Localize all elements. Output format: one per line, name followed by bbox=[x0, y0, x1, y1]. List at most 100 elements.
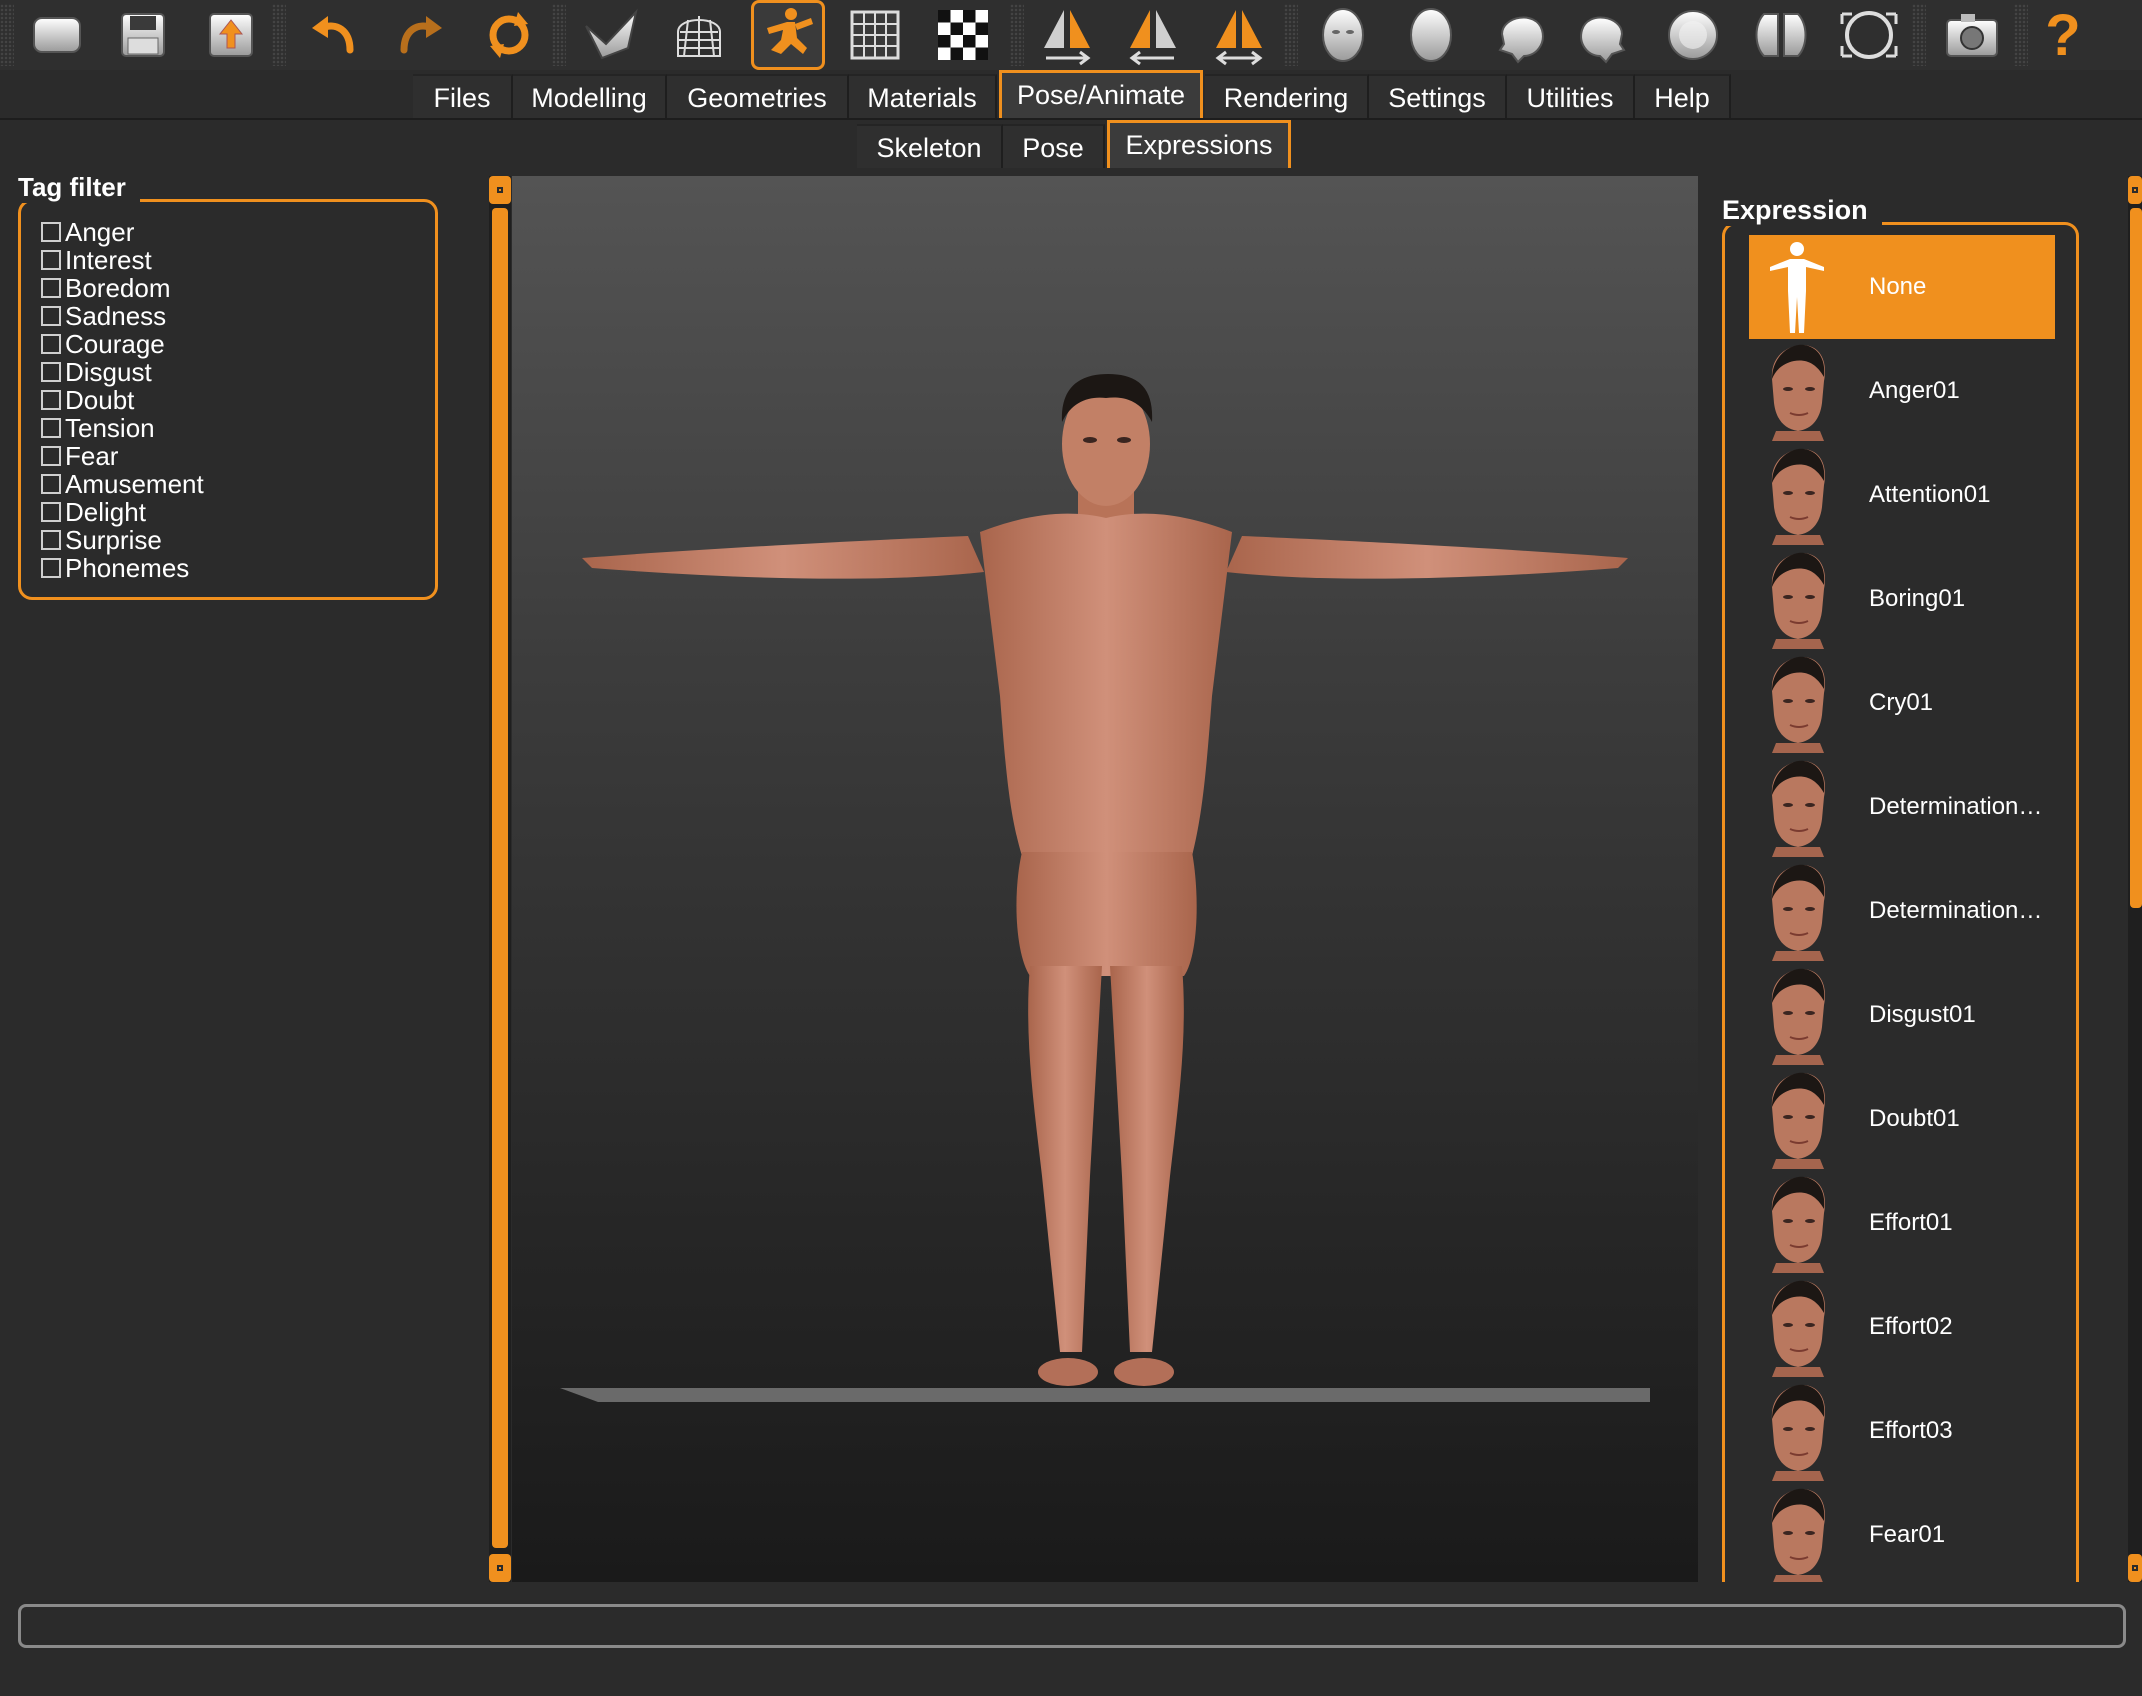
export-button[interactable] bbox=[194, 0, 268, 70]
save-scene-button[interactable] bbox=[20, 0, 94, 70]
tag-filter-tension[interactable]: Tension bbox=[41, 413, 155, 443]
tab-pose-animate[interactable]: Pose/Animate bbox=[999, 70, 1203, 118]
tag-filter-delight[interactable]: Delight bbox=[41, 497, 146, 527]
tab-pose[interactable]: Pose bbox=[1003, 124, 1105, 168]
back-view-button[interactable] bbox=[1394, 0, 1468, 70]
tag-filter-anger[interactable]: Anger bbox=[41, 217, 134, 247]
symmetry-left-button[interactable] bbox=[1116, 0, 1190, 70]
expression-item[interactable]: Fear01 bbox=[1749, 1483, 2055, 1582]
checkbox[interactable] bbox=[41, 418, 61, 438]
tag-filter-disgust[interactable]: Disgust bbox=[41, 357, 152, 387]
undo-icon bbox=[312, 16, 354, 54]
status-bar bbox=[18, 1604, 2126, 1648]
tag-filter-doubt[interactable]: Doubt bbox=[41, 385, 134, 415]
expression-item[interactable]: Effort02 bbox=[1749, 1275, 2055, 1379]
expression-item[interactable]: None bbox=[1749, 235, 2055, 339]
scroll-thumb[interactable] bbox=[2130, 208, 2142, 908]
checkbox[interactable] bbox=[41, 250, 61, 270]
pose-button[interactable] bbox=[751, 0, 825, 70]
tag-filter-boredom[interactable]: Boredom bbox=[41, 273, 171, 303]
symmetry-both-button[interactable] bbox=[1202, 0, 1276, 70]
checkbox[interactable] bbox=[41, 502, 61, 522]
scroll-down-button[interactable] bbox=[2128, 1554, 2142, 1582]
tab-files[interactable]: Files bbox=[413, 74, 513, 118]
checkbox[interactable] bbox=[41, 558, 61, 578]
screenshot-button[interactable] bbox=[1935, 0, 2009, 70]
tab-geometries[interactable]: Geometries bbox=[667, 74, 849, 118]
reset-button[interactable] bbox=[472, 0, 546, 70]
grid-button[interactable] bbox=[838, 0, 912, 70]
symmetry-right-button[interactable] bbox=[1030, 0, 1104, 70]
scroll-up-button[interactable] bbox=[2128, 176, 2142, 204]
right-view-button[interactable] bbox=[1568, 0, 1642, 70]
tab-skeleton[interactable]: Skeleton bbox=[857, 124, 1003, 168]
left-view-button[interactable] bbox=[1482, 0, 1556, 70]
tab-expressions[interactable]: Expressions bbox=[1107, 120, 1291, 168]
smooth-button[interactable] bbox=[574, 0, 648, 70]
toolbar-separator bbox=[1010, 4, 1024, 66]
3d-viewport[interactable] bbox=[512, 176, 1698, 1582]
tab-modelling[interactable]: Modelling bbox=[513, 74, 667, 118]
expression-item[interactable]: Disgust01 bbox=[1749, 963, 2055, 1067]
checkbox[interactable] bbox=[41, 474, 61, 494]
face-thumbnail bbox=[1749, 1171, 1845, 1275]
expression-label: Effort01 bbox=[1869, 1209, 1953, 1236]
save-button[interactable] bbox=[106, 0, 180, 70]
checkbox[interactable] bbox=[41, 530, 61, 550]
screenshot-icon bbox=[1946, 14, 1998, 57]
reset-camera-button[interactable] bbox=[1832, 0, 1906, 70]
tag-label: Sadness bbox=[65, 300, 167, 331]
expression-item[interactable]: Doubt01 bbox=[1749, 1067, 2055, 1171]
tag-label: Courage bbox=[65, 328, 165, 359]
front-view-button[interactable] bbox=[1306, 0, 1380, 70]
expression-item[interactable]: Effort03 bbox=[1749, 1379, 2055, 1483]
right-scrollbar[interactable] bbox=[2128, 176, 2142, 1582]
top-view-icon bbox=[1668, 10, 1718, 60]
tab-help[interactable]: Help bbox=[1635, 74, 1731, 118]
redo-button[interactable] bbox=[384, 0, 458, 70]
expression-item[interactable]: Boring01 bbox=[1749, 547, 2055, 651]
tag-label: Phonemes bbox=[65, 552, 190, 583]
checkbox[interactable] bbox=[41, 446, 61, 466]
checkbox[interactable] bbox=[41, 390, 61, 410]
human-model[interactable] bbox=[512, 176, 1698, 1582]
tag-filter-surprise[interactable]: Surprise bbox=[41, 525, 162, 555]
checkbox[interactable] bbox=[41, 222, 61, 242]
top-view-button[interactable] bbox=[1656, 0, 1730, 70]
tag-filter-phonemes[interactable]: Phonemes bbox=[41, 552, 190, 583]
right-foot bbox=[1114, 1358, 1174, 1386]
expression-item[interactable]: Anger01 bbox=[1749, 339, 2055, 443]
tag-filter-amusement[interactable]: Amusement bbox=[41, 469, 204, 499]
tab-settings[interactable]: Settings bbox=[1369, 74, 1507, 118]
expression-item[interactable]: Effort01 bbox=[1749, 1171, 2055, 1275]
left-scrollbar[interactable] bbox=[489, 176, 511, 1582]
tab-rendering[interactable]: Rendering bbox=[1205, 74, 1369, 118]
scroll-thumb[interactable] bbox=[492, 208, 508, 1548]
expression-label: Determination… bbox=[1869, 793, 2043, 820]
expression-item[interactable]: Cry01 bbox=[1749, 651, 2055, 755]
expression-item[interactable]: Determination… bbox=[1749, 755, 2055, 859]
scroll-up-button[interactable] bbox=[489, 176, 511, 204]
wireframe-button[interactable] bbox=[662, 0, 736, 70]
tab-materials[interactable]: Materials bbox=[849, 74, 997, 118]
expression-label: Anger01 bbox=[1869, 377, 1960, 404]
help-button[interactable]: ? bbox=[2026, 0, 2100, 70]
checkbox[interactable] bbox=[41, 278, 61, 298]
tab-utilities[interactable]: Utilities bbox=[1507, 74, 1635, 118]
undo-button[interactable] bbox=[296, 0, 370, 70]
tag-filter-courage[interactable]: Courage bbox=[41, 328, 165, 359]
checkbox[interactable] bbox=[41, 362, 61, 382]
checkbox[interactable] bbox=[41, 334, 61, 354]
scroll-down-button[interactable] bbox=[489, 1554, 511, 1582]
face-thumbnail bbox=[1749, 547, 1845, 651]
expression-item[interactable]: Determination… bbox=[1749, 859, 2055, 963]
tag-filter-fear[interactable]: Fear bbox=[41, 441, 118, 471]
face-thumbnail bbox=[1749, 1275, 1845, 1379]
checker-button[interactable] bbox=[926, 0, 1000, 70]
expression-item[interactable]: Attention01 bbox=[1749, 443, 2055, 547]
save-icon bbox=[121, 13, 165, 57]
bottom-view-button[interactable] bbox=[1744, 0, 1818, 70]
tag-filter-sadness[interactable]: Sadness bbox=[41, 300, 167, 331]
checkbox[interactable] bbox=[41, 306, 61, 326]
tag-filter-interest[interactable]: Interest bbox=[41, 245, 152, 275]
